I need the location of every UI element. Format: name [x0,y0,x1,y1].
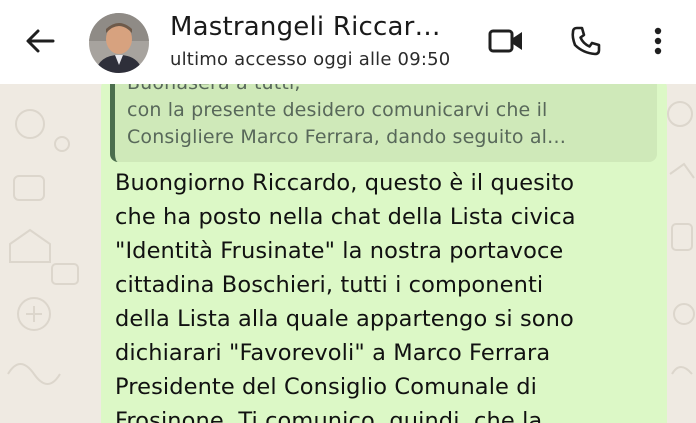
message-line: Frosinone. Ti comunico, quindi, che la [115,408,543,423]
avatar[interactable] [89,13,149,73]
chat-header: Mastrangeli Riccar… ultimo accesso oggi … [0,0,696,84]
quoted-line: Consigliere Marco Ferrara, dando seguito… [127,126,567,148]
phone-icon [571,26,601,56]
back-button[interactable] [22,24,58,58]
message-line: della Lista alla quale appartengo si son… [115,306,574,332]
message-line: dichiarari "Favorevoli" a Marco Ferrara [115,340,551,366]
message-line: cittadina Boschieri, tutti i componenti [115,272,544,298]
contact-name[interactable]: Mastrangeli Riccar… [170,12,470,42]
message-line: Presidente del Consiglio Comunale di [115,374,537,400]
quoted-line: Buonasera a tutti, [127,84,301,94]
voice-call-button[interactable] [566,22,606,60]
message-line: Buongiorno Riccardo, questo è il quesito [115,170,575,196]
quoted-message[interactable]: Buonasera a tutti, con la presente desid… [110,84,657,162]
last-seen-status: ultimo accesso oggi alle 09:50 [170,49,451,70]
arrow-left-icon [26,29,55,53]
more-options-button[interactable] [644,22,672,60]
video-camera-icon [488,29,522,53]
message-bubble[interactable]: Buonasera a tutti, con la presente desid… [101,84,667,423]
quoted-line: con la presente desidero comunicarvi che… [127,99,548,121]
message-line: "Identità Frusinate" la nostra portavoce [115,238,564,264]
chat-area[interactable]: Buonasera a tutti, con la presente desid… [0,84,696,423]
more-vertical-icon [654,27,662,55]
video-call-button[interactable] [484,22,528,60]
message-line: che ha posto nella chat della Lista civi… [115,204,576,230]
